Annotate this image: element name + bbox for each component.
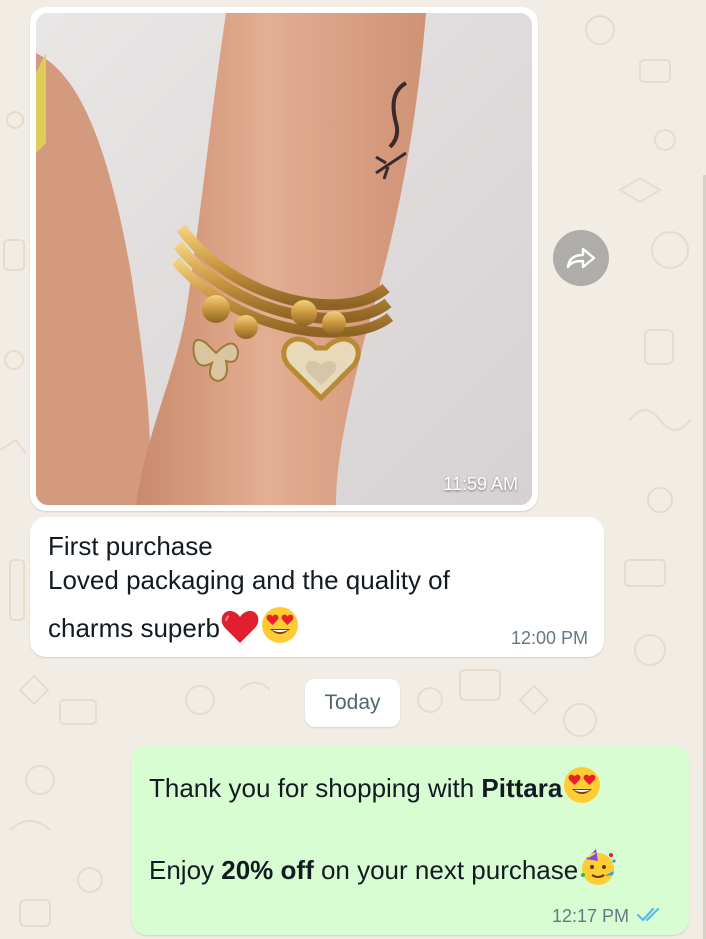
date-label: Today <box>324 691 381 714</box>
date-separator: Today <box>305 679 400 727</box>
message-line-with-emoji: charms superb <box>48 605 300 645</box>
discount-text: 20% off <box>221 855 314 885</box>
red-heart-emoji <box>221 610 259 643</box>
message-timestamp: 12:17 PM <box>551 906 629 926</box>
forward-button[interactable] <box>553 230 609 286</box>
image-timestamp: 11:59 AM <box>443 474 518 494</box>
message-text: charms superb <box>48 613 220 643</box>
message-line: Thank you for shopping with Pittara <box>149 765 602 805</box>
message-text: Thank you for shopping with <box>149 773 482 803</box>
incoming-image-message[interactable]: 11:59 AM <box>30 7 538 511</box>
outgoing-text-message[interactable]: Thank you for shopping with Pittara Enjo… <box>131 745 689 935</box>
brand-name: Pittara <box>481 773 563 803</box>
message-timestamp: 12:00 PM <box>510 628 588 648</box>
double-check-icon <box>637 907 660 922</box>
bracelet-photo-illustration <box>36 13 532 505</box>
partying-face-emoji <box>581 849 616 885</box>
message-text: Enjoy <box>149 855 222 885</box>
incoming-text-message[interactable]: First purchase Loved packaging and the q… <box>30 517 604 657</box>
forward-icon <box>566 247 596 269</box>
message-line: First purchase <box>48 531 213 561</box>
heart-eyes-emoji <box>261 607 298 643</box>
heart-eyes-emoji <box>564 767 601 803</box>
message-text: on your next purchase <box>313 855 579 885</box>
bracelet-photo[interactable]: 11:59 AM <box>36 13 532 505</box>
message-line: Loved packaging and the quality of <box>48 565 450 595</box>
message-line: Enjoy 20% off on your next purchase <box>149 847 618 887</box>
